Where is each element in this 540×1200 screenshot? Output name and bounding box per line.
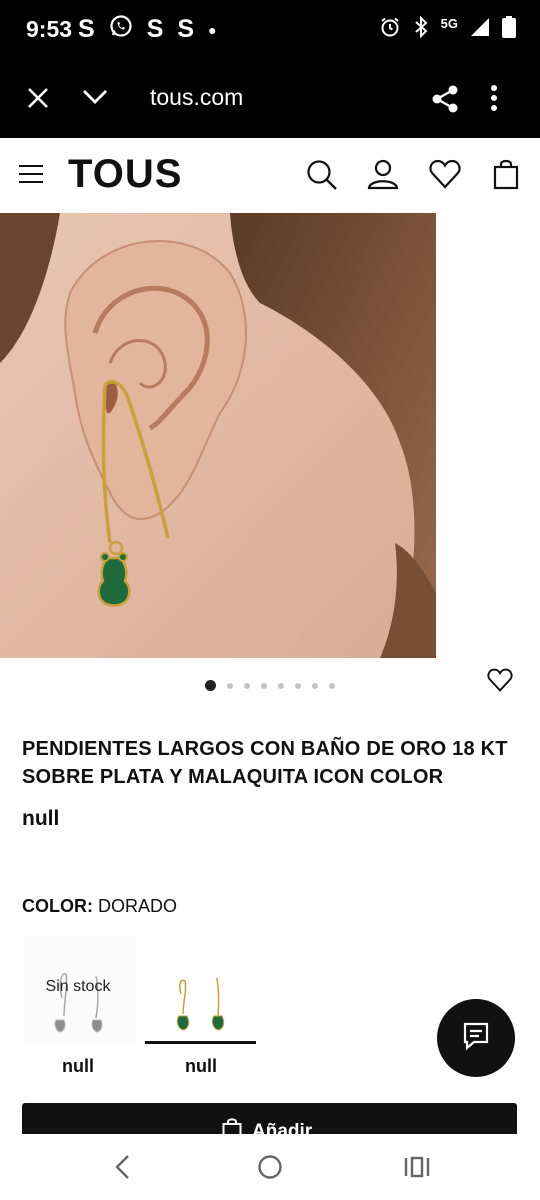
dot-icon: ●	[208, 21, 217, 38]
variant-label: null	[62, 1056, 94, 1076]
carousel-dot[interactable]	[261, 682, 267, 689]
chat-button[interactable]	[437, 999, 515, 1077]
status-bar: 9:53 S S S ● 5G	[0, 0, 540, 62]
network-type: 5G	[440, 16, 458, 31]
user-icon[interactable]	[367, 158, 399, 195]
battery-icon	[502, 16, 516, 43]
status-time: 9:53	[26, 16, 73, 42]
more-options-icon[interactable]	[490, 84, 498, 117]
recents-icon[interactable]	[404, 1156, 430, 1183]
wishlist-icon[interactable]	[429, 159, 461, 194]
cart-icon[interactable]	[493, 158, 519, 195]
variant-option-gold[interactable]	[145, 936, 256, 1044]
close-icon[interactable]	[26, 86, 50, 115]
system-nav-bar	[0, 1134, 540, 1200]
variant-option-silver[interactable]: Sin stock	[24, 936, 136, 1044]
carousel-dot[interactable]	[244, 682, 250, 689]
tous-logo[interactable]: TOUS	[68, 152, 182, 197]
chevron-down-icon[interactable]	[82, 88, 108, 111]
search-icon[interactable]	[306, 159, 338, 196]
carousel-dot[interactable]	[227, 682, 233, 689]
s-app-icon: S	[78, 15, 95, 43]
s-app-icon: S	[146, 15, 164, 43]
back-icon[interactable]	[113, 1154, 133, 1185]
whatsapp-icon	[109, 14, 133, 45]
product-image[interactable]	[0, 213, 436, 658]
chat-icon	[462, 1021, 490, 1056]
browser-toolbar: tous.com	[0, 62, 540, 138]
alarm-icon	[379, 16, 401, 43]
color-selector-label: COLOR: DORADO	[22, 896, 177, 917]
carousel-dot[interactable]	[312, 682, 318, 689]
carousel-dot[interactable]	[295, 682, 301, 689]
product-title: PENDIENTES LARGOS CON BAÑO DE ORO 18 KT …	[22, 738, 508, 788]
notification-icons: S S S ●	[78, 14, 217, 45]
carousel-dot[interactable]	[205, 680, 216, 691]
variant-label: null	[185, 1056, 217, 1076]
menu-icon[interactable]	[18, 164, 44, 189]
home-icon[interactable]	[257, 1154, 283, 1185]
color-label: COLOR:	[22, 896, 93, 916]
site-header: TOUS	[0, 138, 540, 213]
share-icon[interactable]	[430, 84, 460, 119]
signal-icon	[470, 17, 490, 42]
add-to-wishlist-heart-icon[interactable]	[487, 668, 513, 697]
out-of-stock-badge: Sin stock	[45, 978, 111, 995]
carousel-dots[interactable]	[205, 680, 335, 691]
url-text[interactable]: tous.com	[150, 84, 243, 111]
bluetooth-icon	[413, 15, 429, 43]
system-icons: 5G	[379, 15, 516, 43]
color-value: DORADO	[98, 896, 178, 916]
product-price: null	[22, 807, 60, 830]
image-gap	[436, 213, 540, 658]
carousel-dot[interactable]	[278, 682, 284, 689]
carousel-dot[interactable]	[329, 682, 335, 689]
s-app-icon: S	[177, 15, 195, 43]
